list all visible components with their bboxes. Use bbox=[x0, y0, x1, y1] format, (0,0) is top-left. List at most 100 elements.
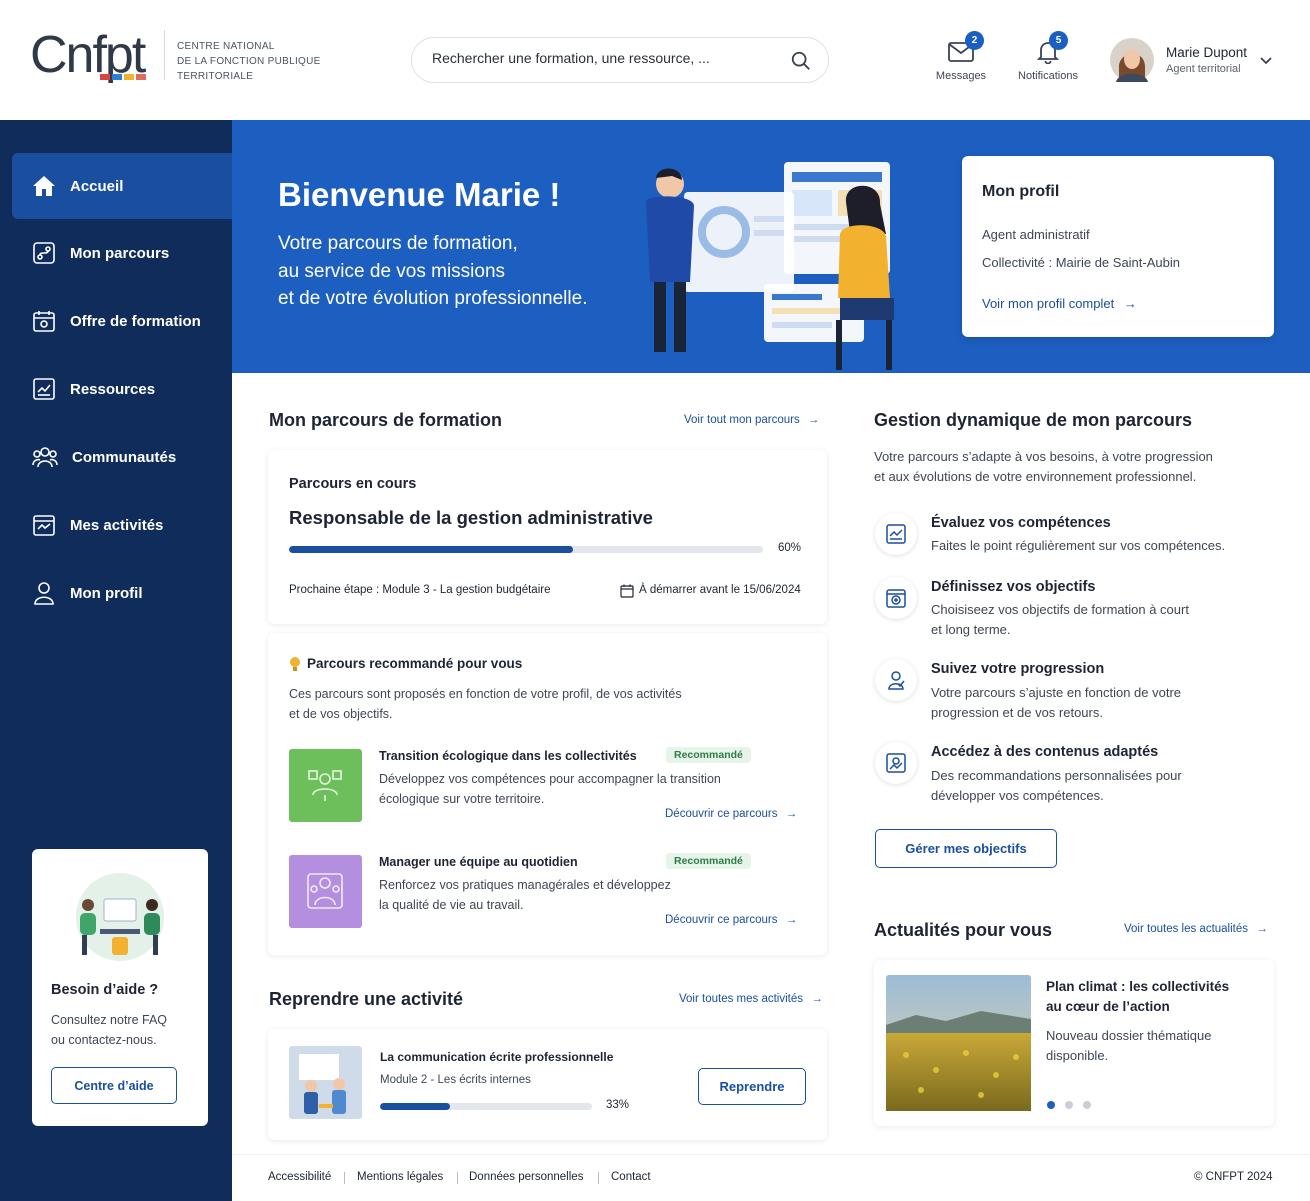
footer-link-mentions[interactable]: Mentions légales bbox=[357, 1171, 443, 1183]
search-icon[interactable] bbox=[790, 50, 812, 72]
feature-icon-wrap bbox=[875, 742, 917, 784]
sidebar-item-offre-de-formation[interactable]: Offre de formation bbox=[12, 288, 232, 354]
view-all-parcours-link[interactable]: Voir tout mon parcours → bbox=[684, 414, 819, 426]
community-icon bbox=[32, 447, 58, 468]
profile-card: Mon profil Agent administratif Collectiv… bbox=[962, 156, 1274, 337]
arrow-right-icon: → bbox=[785, 914, 798, 926]
notifications-label: Notifications bbox=[1018, 70, 1078, 82]
target-icon bbox=[886, 589, 906, 608]
footer-link-contact[interactable]: Contact bbox=[611, 1171, 651, 1183]
recommended-thumbnail[interactable] bbox=[289, 855, 362, 928]
calendar-icon bbox=[620, 584, 634, 598]
news-headline[interactable]: Plan climat : les collectivités bbox=[1046, 979, 1229, 994]
resources-icon bbox=[33, 378, 55, 400]
feature-icon-wrap bbox=[875, 659, 917, 701]
help-title: Besoin d’aide ? bbox=[51, 982, 159, 998]
user-role: Agent territorial bbox=[1166, 63, 1241, 75]
current-parcours-label: Parcours en cours bbox=[289, 476, 417, 492]
parcours-section-title: Mon parcours de formation bbox=[269, 410, 503, 430]
hero-line: Votre parcours de formation, bbox=[278, 233, 518, 254]
sidebar-item-mes-activites[interactable]: Mes activités bbox=[12, 492, 232, 558]
parcours-progress-bar bbox=[289, 546, 763, 553]
feature-desc-line: Votre parcours s’ajuste en fonction de v… bbox=[931, 685, 1182, 700]
lightbulb-icon bbox=[290, 657, 300, 671]
search-input[interactable] bbox=[432, 50, 772, 66]
news-card: Plan climat : les collectivités au cœur … bbox=[874, 960, 1274, 1126]
feature-icon-wrap bbox=[875, 513, 917, 555]
sidebar-item-communautes[interactable]: Communautés bbox=[12, 424, 232, 490]
content-icon bbox=[886, 753, 906, 773]
sidebar-item-accueil[interactable]: Accueil bbox=[12, 153, 232, 219]
footer: Accessibilité Mentions légales Données p… bbox=[232, 1154, 1310, 1201]
news-headline[interactable]: au cœur de l’action bbox=[1046, 999, 1170, 1014]
view-all-news-link[interactable]: Voir toutes les actualités → bbox=[1124, 923, 1268, 935]
arrow-right-icon: → bbox=[811, 993, 823, 1005]
gestion-section-title: Gestion dynamique de mon parcours bbox=[874, 410, 1193, 430]
discover-parcours-link[interactable]: Découvrir ce parcours → bbox=[665, 808, 797, 820]
sidebar-item-mon-profil[interactable]: Mon profil bbox=[12, 560, 232, 626]
notifications-button[interactable]: 5 Notifications bbox=[1012, 30, 1084, 86]
messages-label: Messages bbox=[935, 70, 987, 82]
help-center-button[interactable]: Centre d’aide bbox=[51, 1067, 177, 1104]
progress-icon bbox=[888, 671, 905, 690]
recommended-item: Transition écologique dans les collectiv… bbox=[289, 747, 809, 823]
help-desc: ou contactez-nous. bbox=[51, 1033, 157, 1047]
news-image[interactable] bbox=[886, 975, 1031, 1111]
next-step: Prochaine étape : Module 3 - La gestion … bbox=[289, 584, 551, 596]
gestion-desc: et aux évolutions de votre environnement… bbox=[874, 469, 1197, 484]
profile-card-title: Mon profil bbox=[982, 183, 1060, 200]
messages-count-badge: 2 bbox=[965, 31, 984, 50]
recommended-item-desc: la qualité de vie au travail. bbox=[379, 898, 524, 912]
feature-desc: Choisiseez vos objectifs de formation à … bbox=[931, 600, 1251, 640]
recommended-item-title[interactable]: Manager une équipe au quotidien bbox=[379, 855, 578, 869]
logo[interactable]: Cnfpt CENTRE NATIONAL DE LA FONCTION PUB… bbox=[30, 26, 330, 90]
current-parcours-name[interactable]: Responsable de la gestion administrative bbox=[289, 507, 653, 529]
feature-desc: Votre parcours s’ajuste en fonction de v… bbox=[931, 683, 1251, 723]
gestion-desc: Votre parcours s’adapte à vos besoins, à… bbox=[874, 449, 1213, 464]
resume-button[interactable]: Reprendre bbox=[698, 1068, 806, 1105]
footer-separator bbox=[598, 1172, 599, 1184]
activity-thumbnail[interactable] bbox=[289, 1046, 362, 1119]
view-all-activities-link[interactable]: Voir toutes mes activités → bbox=[679, 993, 823, 1005]
news-section-title: Actualités pour vous bbox=[874, 920, 1053, 940]
carousel-dot[interactable] bbox=[1083, 1101, 1091, 1109]
feature-desc-line: et long terme. bbox=[931, 622, 1011, 637]
activity-name[interactable]: La communication écrite professionnelle bbox=[380, 1050, 613, 1064]
footer-link-accessibilite[interactable]: Accessibilité bbox=[268, 1171, 331, 1183]
view-all-news-label: Voir toutes les actualités bbox=[1124, 923, 1249, 935]
current-parcours-card: Parcours en cours Responsable de la gest… bbox=[268, 450, 827, 624]
sidebar-item-ressources[interactable]: Ressources bbox=[12, 356, 232, 422]
search-bar bbox=[411, 37, 829, 83]
footer-link-donnees[interactable]: Données personnelles bbox=[469, 1171, 583, 1183]
sidebar-item-label: Mon profil bbox=[70, 584, 143, 602]
logo-subtitle-line: CENTRE NATIONAL bbox=[177, 41, 275, 52]
recommended-item-desc: Renforcez vos pratiques managérales et d… bbox=[379, 878, 671, 892]
user-menu[interactable]: Marie Dupont Agent territorial bbox=[1110, 36, 1280, 84]
help-desc: Consultez notre FAQ bbox=[51, 1013, 168, 1027]
parcours-progress-fill bbox=[289, 546, 574, 553]
view-profile-link[interactable]: Voir mon profil complet → bbox=[982, 296, 1137, 311]
footer-separator bbox=[344, 1172, 345, 1184]
view-all-activities-label: Voir toutes mes activités bbox=[679, 993, 803, 1005]
carousel-dot[interactable] bbox=[1047, 1101, 1055, 1109]
home-icon bbox=[33, 176, 55, 196]
footer-separator bbox=[457, 1172, 458, 1184]
recommended-item-desc: Développez vos compétences pour accompag… bbox=[379, 772, 721, 786]
notifications-count-badge: 5 bbox=[1049, 31, 1068, 50]
calendar-icon bbox=[33, 311, 55, 332]
messages-button[interactable]: 2 Messages bbox=[930, 30, 992, 86]
user-name: Marie Dupont bbox=[1166, 45, 1248, 60]
hero-line: et de votre évolution professionnelle. bbox=[278, 288, 588, 309]
manage-objectives-button[interactable]: Gérer mes objectifs bbox=[875, 829, 1057, 868]
discover-parcours-link[interactable]: Découvrir ce parcours → bbox=[665, 914, 797, 926]
feature-desc-line: progression et de vos retours. bbox=[931, 705, 1103, 720]
feature-desc: Des recommandations personnalisées pour … bbox=[931, 766, 1251, 806]
news-desc: disponible. bbox=[1046, 1048, 1109, 1063]
recommended-item-title[interactable]: Transition écologique dans les collectiv… bbox=[379, 749, 637, 763]
carousel-dot[interactable] bbox=[1065, 1101, 1073, 1109]
activity-progress-bar bbox=[380, 1103, 592, 1110]
recommended-thumbnail[interactable] bbox=[289, 749, 362, 822]
sidebar-item-mon-parcours[interactable]: Mon parcours bbox=[12, 220, 232, 286]
feature-title: Accédez à des contenus adaptés bbox=[931, 744, 1159, 760]
recommended-title: Parcours recommandé pour vous bbox=[307, 656, 523, 671]
